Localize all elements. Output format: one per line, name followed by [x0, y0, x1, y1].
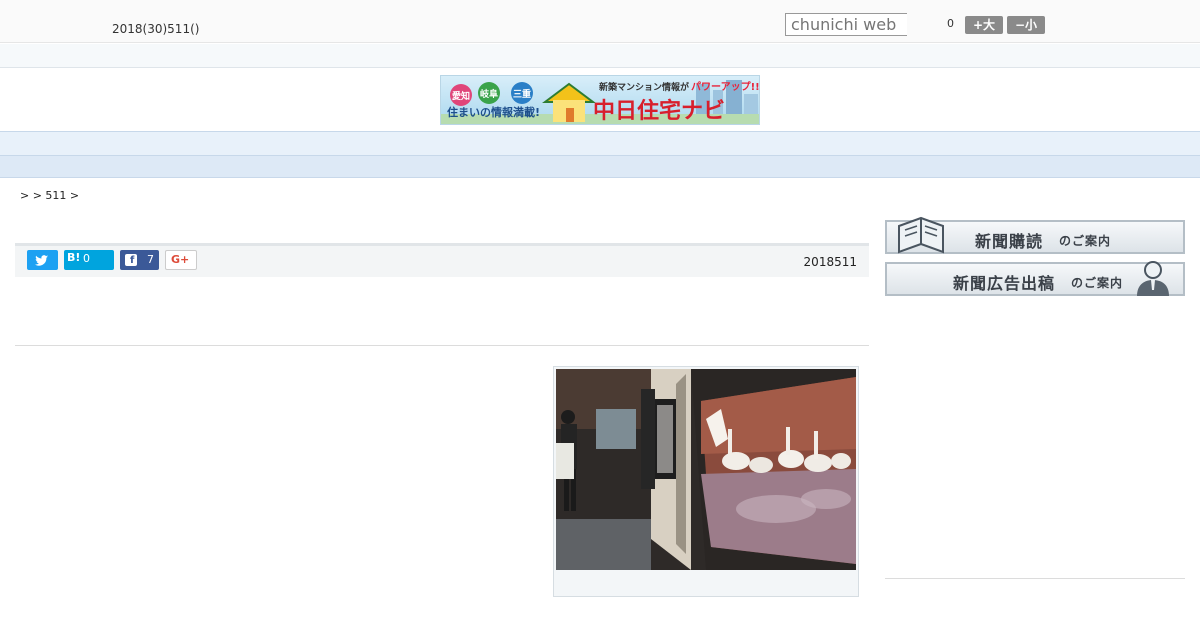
subscription-label: 新聞購読 — [975, 232, 1044, 251]
svg-text:三重: 三重 — [513, 88, 531, 100]
housing-navi-banner[interactable]: 愛知 岐阜 三重 住まいの情報満載! 新築マンション情報が パワーアップ!! 中… — [440, 75, 760, 125]
hatena-bookmark-button[interactable]: B! 0 — [64, 250, 114, 270]
article-photo[interactable] — [556, 369, 856, 570]
nav-item-8[interactable] — [727, 136, 767, 155]
businessman-icon — [1137, 261, 1169, 296]
nav-item-4[interactable] — [407, 136, 447, 155]
ad-placement-label: 新聞広告出稿 — [953, 274, 1056, 293]
facebook-share-button[interactable]: f 7 — [120, 250, 159, 270]
article-date: 2018511 — [803, 255, 857, 269]
svg-text:パワーアップ!!: パワーアップ!! — [691, 80, 760, 93]
svg-text:中日住宅ナビ: 中日住宅ナビ — [593, 98, 725, 124]
newspaper-icon — [898, 216, 944, 254]
twitter-share-button[interactable] — [27, 250, 58, 270]
facebook-count: 7 — [147, 253, 154, 266]
nav-item-3[interactable] — [327, 136, 367, 155]
ad-placement-suffix: のご案内 — [1071, 276, 1124, 290]
ad-placement-button[interactable]: 新聞広告出稿 のご案内 — [885, 261, 1185, 296]
nav-item-7[interactable] — [647, 136, 687, 155]
result-count: 0 — [947, 17, 954, 30]
sub-nav — [0, 156, 1200, 178]
nav-item-2[interactable] — [247, 136, 287, 155]
main-nav — [0, 131, 1200, 156]
svg-text:愛知: 愛知 — [452, 90, 470, 102]
nav-item-9[interactable] — [807, 136, 847, 155]
top-bar: 2018(30)511() 0 +大 −小 — [0, 0, 1200, 43]
divider — [15, 345, 869, 346]
google-plus-icon: G+ — [171, 253, 190, 266]
nav-item-6[interactable] — [567, 136, 607, 155]
sub-header-bar — [0, 44, 1200, 68]
current-date: 2018(30)511() — [112, 22, 200, 36]
facebook-icon: f — [125, 254, 137, 266]
font-smaller-button[interactable]: −小 — [1007, 16, 1045, 34]
subscription-suffix: のご案内 — [1059, 234, 1112, 248]
svg-text:住まいの情報満載!: 住まいの情報満載! — [447, 105, 540, 119]
font-larger-button[interactable]: +大 — [965, 16, 1003, 34]
svg-text:岐阜: 岐阜 — [480, 88, 498, 100]
banner-graphic: 愛知 岐阜 三重 住まいの情報満載! 新築マンション情報が パワーアップ!! 中… — [441, 76, 760, 124]
hatena-icon: B! — [67, 251, 81, 264]
breadcrumb[interactable]: > > 511 > — [20, 189, 79, 202]
subscription-info-button[interactable]: 新聞購読 のご案内 — [885, 216, 1185, 254]
sidebar-divider — [885, 578, 1185, 579]
hatena-count: 0 — [83, 252, 90, 265]
article-photo-frame — [553, 366, 859, 597]
nav-item-1[interactable] — [167, 136, 207, 155]
google-plus-share-button[interactable]: G+ — [165, 250, 197, 270]
svg-text:新築マンション情報が: 新築マンション情報が — [599, 81, 690, 93]
share-bar: B! 0 f 7 G+ 2018511 — [15, 243, 869, 277]
search-input[interactable] — [785, 13, 907, 36]
nav-item-5[interactable] — [487, 136, 527, 155]
twitter-icon — [35, 255, 48, 266]
